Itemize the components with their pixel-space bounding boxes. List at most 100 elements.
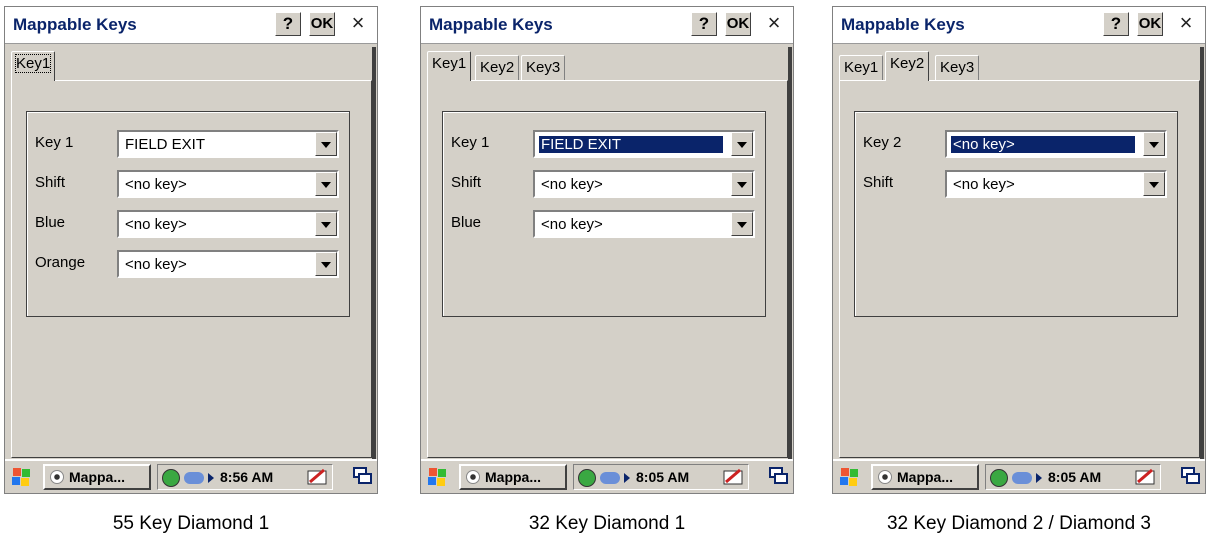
scroll-edge xyxy=(372,47,376,459)
taskbar-app-label: Mappa... xyxy=(69,469,126,485)
row-label: Key 1 xyxy=(451,134,490,151)
chevron-down-icon[interactable] xyxy=(731,172,753,196)
chevron-down-icon[interactable] xyxy=(315,172,337,196)
taskbar-app-button[interactable]: Mappa... xyxy=(43,464,151,490)
tab-key3[interactable]: Key3 xyxy=(935,55,980,80)
combo-value: FIELD EXIT xyxy=(538,135,724,154)
system-tray: 8:05 AM xyxy=(573,464,749,490)
row-label: Blue xyxy=(35,214,66,231)
row-shift: Shift <no key> xyxy=(443,170,765,198)
clock[interactable]: 8:56 AM xyxy=(220,469,273,485)
shift-combo[interactable]: <no key> xyxy=(117,170,339,198)
windows-switch-icon[interactable] xyxy=(353,466,373,486)
chevron-down-icon[interactable] xyxy=(731,132,753,156)
tab-key1-label: Key1 xyxy=(14,54,52,73)
blue-combo[interactable]: <no key> xyxy=(117,210,339,238)
screen-55-key-diamond-1: Mappable Keys ? OK × Key1 Key 1 FIELD EX… xyxy=(4,6,378,494)
combo-value: <no key> xyxy=(125,176,187,193)
title-bar: Mappable Keys ? OK × xyxy=(833,7,1205,44)
windows-switch-icon[interactable] xyxy=(769,466,789,486)
scroll-edge xyxy=(1200,47,1204,459)
close-button[interactable]: × xyxy=(761,12,787,36)
combo-value: <no key> xyxy=(541,216,603,233)
tray-arrow-icon[interactable] xyxy=(1036,473,1042,483)
row-label: Shift xyxy=(863,174,894,191)
tab-key3[interactable]: Key3 xyxy=(521,55,566,80)
clock[interactable]: 8:05 AM xyxy=(1048,469,1101,485)
chevron-down-icon[interactable] xyxy=(1143,172,1165,196)
chevron-down-icon[interactable] xyxy=(315,132,337,156)
window-title: Mappable Keys xyxy=(841,15,965,34)
ok-button[interactable]: OK xyxy=(309,12,335,36)
keyboard-icon[interactable] xyxy=(306,467,328,487)
app-icon xyxy=(878,470,892,484)
tab-key1[interactable]: Key1 xyxy=(839,55,884,80)
close-button[interactable]: × xyxy=(345,12,371,36)
tab-key1-label: Key1 xyxy=(432,55,467,72)
keyboard-icon[interactable] xyxy=(722,467,744,487)
taskbar-app-button[interactable]: Mappa... xyxy=(459,464,567,490)
ok-button[interactable]: OK xyxy=(1137,12,1163,36)
ok-button[interactable]: OK xyxy=(725,12,751,36)
tab-key2-label: Key2 xyxy=(480,59,515,76)
tab-key1[interactable]: Key1 xyxy=(427,51,472,81)
start-icon[interactable] xyxy=(426,466,450,492)
key-mapping-group: Key 2 <no key> Shift <no key> xyxy=(854,111,1178,317)
system-tray: 8:05 AM xyxy=(985,464,1161,490)
blue-combo[interactable]: <no key> xyxy=(533,210,755,238)
title-bar: Mappable Keys ? OK × xyxy=(5,7,377,44)
help-button[interactable]: ? xyxy=(691,12,717,36)
tab-panel: Key 2 <no key> Shift <no key> xyxy=(839,80,1200,458)
chevron-down-icon[interactable] xyxy=(1143,132,1165,156)
shift-combo[interactable]: <no key> xyxy=(945,170,1167,198)
row-label: Key 1 xyxy=(35,134,74,151)
globe-icon[interactable] xyxy=(162,469,180,487)
taskbar: Mappa... 8:05 AM xyxy=(421,459,793,493)
network-icon[interactable] xyxy=(600,472,620,484)
row-shift: Shift <no key> xyxy=(855,170,1177,198)
chevron-down-icon[interactable] xyxy=(315,212,337,236)
caption: 32 Key Diamond 2 / Diamond 3 xyxy=(886,513,1152,534)
tab-key2[interactable]: Key2 xyxy=(475,55,520,80)
combo-value: <no key> xyxy=(125,216,187,233)
combo-value: FIELD EXIT xyxy=(125,136,206,153)
tab-key3-label: Key3 xyxy=(940,59,975,76)
chevron-down-icon[interactable] xyxy=(315,252,337,276)
network-icon[interactable] xyxy=(184,472,204,484)
chevron-down-icon[interactable] xyxy=(731,212,753,236)
help-button[interactable]: ? xyxy=(1103,12,1129,36)
taskbar: Mappa... 8:05 AM xyxy=(833,459,1205,493)
scroll-edge xyxy=(788,47,792,459)
globe-icon[interactable] xyxy=(578,469,596,487)
network-icon[interactable] xyxy=(1012,472,1032,484)
row-orange: Orange <no key> xyxy=(27,250,349,278)
combo-value: <no key> xyxy=(953,176,1015,193)
clock[interactable]: 8:05 AM xyxy=(636,469,689,485)
start-icon[interactable] xyxy=(838,466,862,492)
key-mapping-group: Key 1 FIELD EXIT Shift <no key> Blue <no… xyxy=(442,111,766,317)
tab-key1[interactable]: Key1 xyxy=(11,51,56,81)
keyboard-icon[interactable] xyxy=(1134,467,1156,487)
key1-combo[interactable]: FIELD EXIT xyxy=(117,130,339,158)
key2-combo[interactable]: <no key> xyxy=(945,130,1167,158)
tray-arrow-icon[interactable] xyxy=(624,473,630,483)
windows-switch-icon[interactable] xyxy=(1181,466,1201,486)
combo-value: <no key> xyxy=(125,256,187,273)
taskbar-app-label: Mappa... xyxy=(485,469,542,485)
taskbar-app-button[interactable]: Mappa... xyxy=(871,464,979,490)
row-blue: Blue <no key> xyxy=(443,210,765,238)
close-button[interactable]: × xyxy=(1173,12,1199,36)
row-key2: Key 2 <no key> xyxy=(855,130,1177,158)
shift-combo[interactable]: <no key> xyxy=(533,170,755,198)
tab-key2[interactable]: Key2 xyxy=(885,51,930,81)
tab-key2-label: Key2 xyxy=(890,55,925,72)
orange-combo[interactable]: <no key> xyxy=(117,250,339,278)
tray-arrow-icon[interactable] xyxy=(208,473,214,483)
start-icon[interactable] xyxy=(10,466,34,492)
app-icon xyxy=(466,470,480,484)
help-button[interactable]: ? xyxy=(275,12,301,36)
key1-combo[interactable]: FIELD EXIT xyxy=(533,130,755,158)
window-title: Mappable Keys xyxy=(429,15,553,34)
screen-32-key-diamond-1: Mappable Keys ? OK × Key1 Key2 Key3 Key … xyxy=(420,6,794,494)
globe-icon[interactable] xyxy=(990,469,1008,487)
